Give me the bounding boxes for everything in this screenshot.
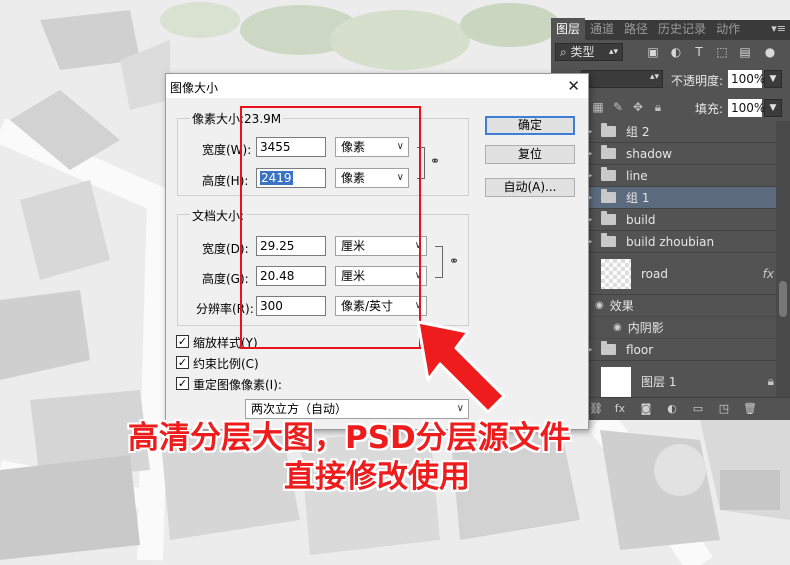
image-filter-icon[interactable]: ▣: [646, 45, 660, 59]
panel-menu-icon[interactable]: ▾≡: [771, 22, 786, 35]
layer-thumbnail: [601, 258, 631, 289]
chain-link-icon: ⚭: [430, 154, 441, 168]
resample-label: 重定图像像素(I):: [193, 378, 282, 392]
layer-build-zhoubian[interactable]: ▶build zhoubian: [581, 231, 790, 253]
layer-name: build: [626, 212, 656, 227]
kind-filter-value: 类型: [570, 45, 595, 59]
lock-icon: 🔒︎: [767, 374, 774, 388]
lock-pixels-icon[interactable]: ✎: [611, 100, 625, 114]
tab-channels[interactable]: 通道: [585, 18, 619, 40]
inner-shadow-label: 内阴影: [627, 321, 664, 335]
opacity-input[interactable]: 100%: [728, 70, 765, 88]
layer-name: 图层 1: [641, 375, 677, 389]
inner-shadow-row[interactable]: ◉ 内阴影: [581, 317, 790, 339]
layer-road[interactable]: road fx: [581, 253, 790, 295]
fx-icon[interactable]: fx: [763, 267, 774, 281]
chevron-down-icon: ▴▾: [649, 72, 659, 82]
folder-icon: [601, 211, 616, 225]
layer-floor[interactable]: ▶floor: [581, 339, 790, 361]
search-icon: ⌕: [560, 45, 571, 59]
shape-filter-icon[interactable]: ⬚: [715, 45, 729, 59]
link-layers-icon[interactable]: ⛓: [589, 402, 603, 416]
promo-subline: 直接修改使用: [284, 459, 470, 495]
smart-object-filter-icon[interactable]: ▤: [738, 45, 752, 59]
scroll-thumb[interactable]: [779, 281, 787, 317]
folder-icon: [601, 145, 616, 159]
opacity-dropdown[interactable]: ▼: [764, 70, 782, 88]
fx-add-icon[interactable]: fx: [613, 402, 627, 416]
folder-icon: [601, 123, 616, 137]
chain-link-icon: ⚭: [449, 254, 460, 268]
new-layer-icon[interactable]: ◳: [717, 402, 731, 416]
resample-checkbox[interactable]: ✓: [176, 377, 189, 390]
chevron-down-icon: ▴▾: [608, 47, 618, 57]
adjustment-layer-icon[interactable]: ◐: [665, 402, 679, 416]
scale-styles-checkbox[interactable]: ✓: [176, 335, 189, 348]
layer-name: build zhoubian: [626, 234, 715, 249]
layer-name: shadow: [626, 146, 672, 161]
tab-paths[interactable]: 路径: [619, 18, 653, 40]
folder-icon: [601, 167, 616, 181]
add-mask-icon[interactable]: ◙: [639, 402, 653, 416]
layer-group-1[interactable]: ▶组 1: [581, 187, 790, 209]
fill-label: 填充:: [695, 102, 724, 116]
reset-button[interactable]: 复位: [485, 145, 575, 164]
constrain-proportions-checkbox[interactable]: ✓: [176, 356, 189, 369]
lock-all-icon[interactable]: 🔒︎: [651, 100, 665, 114]
layers-scrollbar[interactable]: [776, 121, 790, 397]
layer-group-2[interactable]: ▶组 2: [581, 121, 790, 143]
adjustment-filter-icon[interactable]: ◐: [669, 45, 683, 59]
doc-chain-bracket: [435, 246, 443, 278]
close-icon[interactable]: ✕: [567, 77, 580, 95]
constrain-proportions-label: 约束比例(C): [193, 357, 259, 371]
tab-layers[interactable]: 图层: [551, 18, 586, 40]
eye-icon[interactable]: ◉: [595, 300, 604, 311]
eye-icon[interactable]: ◉: [613, 322, 622, 333]
folder-icon: [601, 189, 616, 203]
ok-button[interactable]: 确定: [485, 116, 575, 135]
layer-name: line: [626, 168, 648, 183]
document-size-label: 文档大小:: [190, 207, 247, 224]
new-group-icon[interactable]: ▭: [691, 402, 705, 416]
type-filter-icon[interactable]: T: [692, 45, 706, 59]
layer-shadow[interactable]: ▶shadow: [581, 143, 790, 165]
layer-line[interactable]: ▶line: [581, 165, 790, 187]
tab-actions[interactable]: 动作: [711, 18, 745, 40]
dialog-title: 图像大小: [170, 81, 219, 95]
layer-name: floor: [626, 342, 654, 357]
effects-label: 效果: [609, 299, 634, 313]
trash-icon[interactable]: 🗑︎: [743, 402, 757, 416]
highlight-box: [240, 106, 421, 349]
fill-input[interactable]: 100%: [728, 99, 765, 117]
layer-thumbnail: [601, 366, 631, 397]
filter-row: ⌕ 类型 ▴▾ ▣ ◐ T ⬚ ▤ ●: [551, 42, 790, 64]
layer-name: 组 2: [626, 125, 650, 139]
blend-mode-select[interactable]: ▴▾: [581, 70, 663, 88]
filter-toggle-icon[interactable]: ●: [763, 45, 777, 59]
layer-list: ▶组 2 ▶shadow ▶line ▶组 1 ▶build ▶build zh…: [581, 121, 790, 403]
fill-dropdown[interactable]: ▼: [764, 99, 782, 117]
auto-button[interactable]: 自动(A)...: [485, 178, 575, 197]
folder-icon: [601, 233, 616, 247]
folder-icon: [601, 341, 616, 355]
panel-tabs: 图层 通道 路径 历史记录 动作 ▾≡: [551, 18, 790, 40]
tab-history[interactable]: 历史记录: [653, 18, 711, 40]
lock-position-icon[interactable]: ✥: [631, 100, 645, 114]
layer-name: road: [641, 266, 668, 281]
layer-build[interactable]: ▶build: [581, 209, 790, 231]
kind-filter-select[interactable]: ⌕ 类型 ▴▾: [555, 43, 623, 61]
dialog-titlebar[interactable]: 图像大小 ✕: [166, 74, 588, 98]
effects-row[interactable]: ◉ 效果: [581, 295, 790, 317]
lock-transparent-icon[interactable]: ▦: [591, 100, 605, 114]
opacity-label: 不透明度:: [671, 74, 724, 88]
arrow-icon: [416, 320, 506, 414]
layer-name: 组 1: [626, 191, 650, 205]
